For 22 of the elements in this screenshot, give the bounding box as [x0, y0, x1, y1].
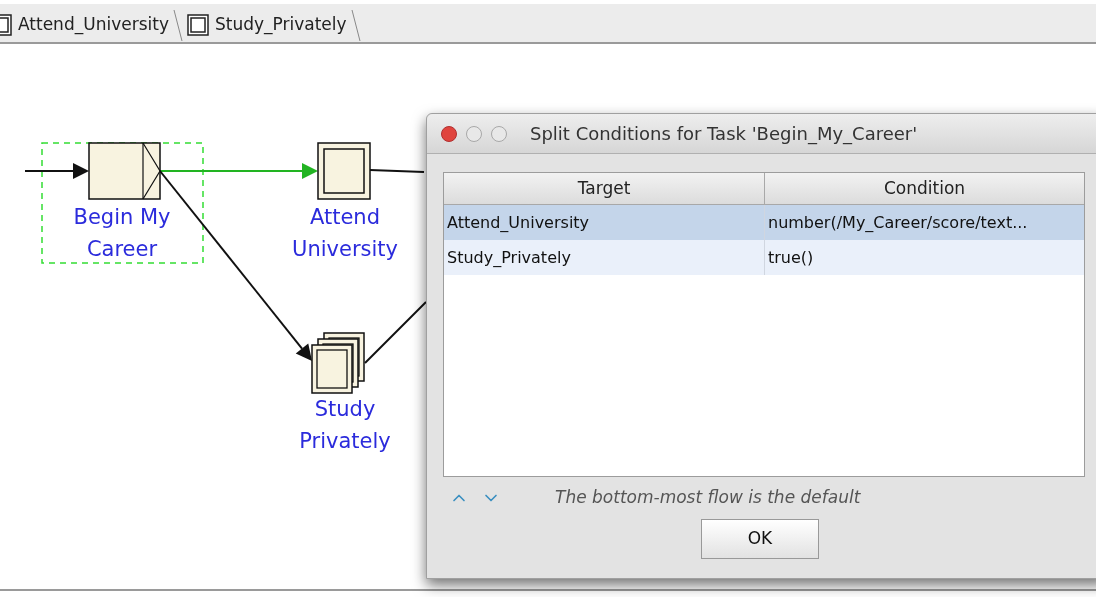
diagram-tab[interactable]: Study_Privately — [182, 8, 351, 42]
table-cell: Study_Privately — [444, 240, 765, 275]
table-cell-text: true() — [767, 246, 815, 269]
table-row[interactable]: Attend_University number(/My_Career/score/text... — [444, 205, 1084, 240]
close-button[interactable] — [441, 125, 457, 142]
task-icon — [186, 14, 209, 36]
task-node[interactable] — [317, 142, 371, 200]
window-title: Split Conditions for Task 'Begin_My_Career' — [530, 122, 918, 147]
node-label: Attend University — [291, 204, 399, 263]
hint-text: The bottom-most flow is the default — [555, 486, 861, 510]
table-row[interactable]: Study_Privately true() — [444, 240, 1084, 275]
tab-separator — [350, 8, 361, 42]
multi-task-node[interactable] — [311, 332, 365, 394]
node-label: Study Privately — [298, 396, 392, 455]
diagram-tab[interactable]: Attend_University — [0, 8, 173, 42]
tab-separator — [172, 8, 183, 42]
column-header[interactable]: Target — [444, 173, 765, 204]
column-header[interactable]: Condition — [765, 173, 1084, 204]
node-label: Begin My Career — [72, 204, 172, 263]
split-task-node[interactable] — [88, 142, 161, 200]
table-cell-text: number(/My_Career/score/text... — [767, 211, 1029, 234]
ok-button[interactable]: OK — [701, 519, 819, 559]
